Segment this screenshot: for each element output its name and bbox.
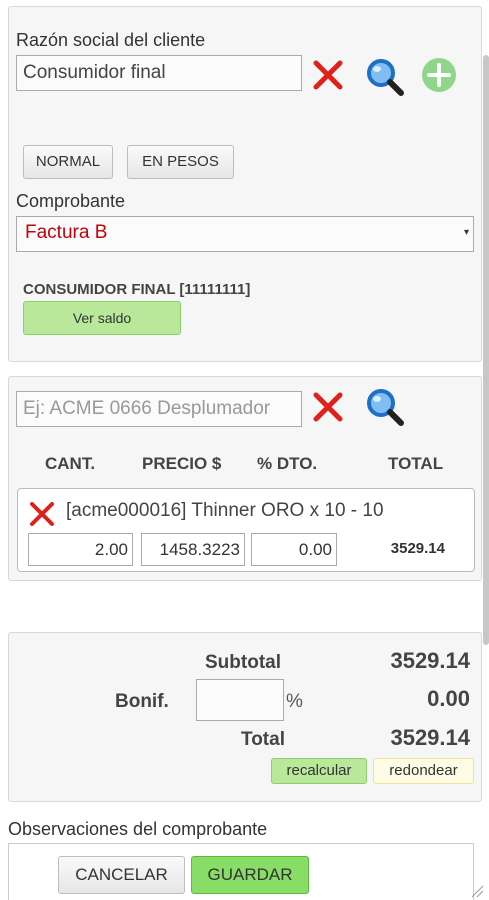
remove-item-icon[interactable] <box>28 500 56 528</box>
subtotal-label: Subtotal <box>205 652 281 673</box>
cancel-button[interactable]: CANCELAR <box>58 856 185 894</box>
search-product-icon[interactable] <box>364 386 406 428</box>
client-name-input[interactable]: Consumidor final <box>16 55 302 91</box>
percent-sign: % <box>286 691 303 712</box>
product-search-input[interactable]: Ej: ACME 0666 Desplumador <box>16 391 302 427</box>
comprobante-select[interactable]: Factura B ▾ <box>16 216 474 252</box>
column-header-total: TOTAL <box>388 454 444 473</box>
search-client-icon[interactable] <box>364 56 406 98</box>
subtotal-value: 3529.14 <box>390 648 470 673</box>
comprobante-label: Comprobante <box>16 191 126 211</box>
chevron-down-icon: ▾ <box>463 227 469 238</box>
client-info: CONSUMIDOR FINAL [11111111] <box>23 281 251 298</box>
bonif-percent-input[interactable] <box>196 679 284 721</box>
resize-handle-icon[interactable] <box>470 884 484 898</box>
comprobante-selected: Factura B <box>25 222 108 243</box>
total-label: Total <box>241 729 285 750</box>
normal-button[interactable]: NORMAL <box>23 145 113 179</box>
bonif-value: 0.00 <box>427 686 470 711</box>
column-header-cant: CANT. <box>45 454 96 473</box>
client-label: Razón social del cliente <box>16 30 206 50</box>
scrollbar[interactable] <box>483 55 489 645</box>
save-button[interactable]: GUARDAR <box>191 856 309 894</box>
item-discount-input[interactable]: 0.00 <box>251 533 337 566</box>
clear-client-icon[interactable] <box>312 59 344 91</box>
redondear-button[interactable]: redondear <box>373 758 474 784</box>
column-header-dto: % DTO. <box>257 454 318 473</box>
ver-saldo-button[interactable]: Ver saldo <box>23 301 181 335</box>
column-header-precio: PRECIO $ <box>142 454 222 473</box>
item-total: 3529.14 <box>390 540 445 557</box>
add-client-icon[interactable] <box>420 56 458 94</box>
item-price-input[interactable]: 1458.3223 <box>141 533 245 566</box>
total-value: 3529.14 <box>390 725 470 750</box>
bonif-label: Bonif. <box>115 691 169 712</box>
item-description: [acme000016] Thinner ORO x 10 - 10 <box>66 500 384 521</box>
recalcular-button[interactable]: recalcular <box>271 758 367 784</box>
clear-search-icon[interactable] <box>312 391 344 423</box>
en-pesos-button[interactable]: EN PESOS <box>127 145 234 179</box>
observaciones-label: Observaciones del comprobante <box>8 819 268 839</box>
item-quantity-input[interactable]: 2.00 <box>28 533 133 566</box>
